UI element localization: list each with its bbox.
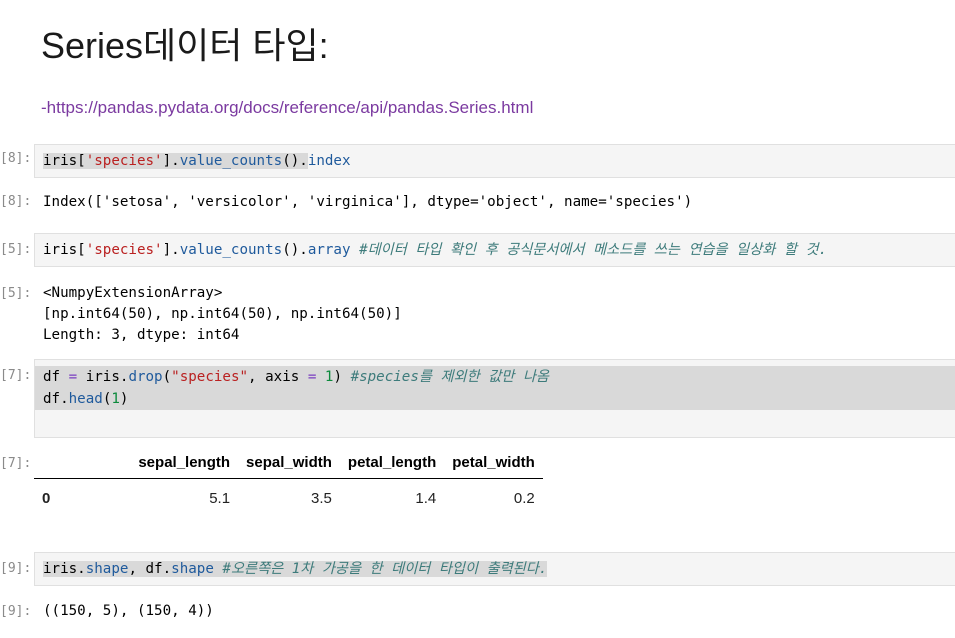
column-header: sepal_width	[238, 447, 340, 479]
table-row: 0 5.1 3.5 1.4 0.2	[34, 479, 543, 519]
cell-4-output-prompt: [9]:	[0, 604, 30, 619]
pandas-series-doc-link[interactable]: -https://pandas.pydata.org/docs/referenc…	[41, 96, 533, 120]
cell-4-input-prompt: [9]:	[0, 561, 30, 576]
cell-2-output: <NumpyExtensionArray> [np.int64(50), np.…	[43, 285, 402, 343]
cell-2-output-prompt: [5]:	[0, 286, 30, 301]
table-cell: 3.5	[311, 490, 332, 507]
cell-1-input-prompt: [8]:	[0, 151, 30, 166]
row-index: 0	[42, 490, 51, 507]
index-header	[34, 447, 131, 479]
cell-1-output-prompt: [8]:	[0, 194, 30, 209]
cell-2-code-input[interactable]: iris['species'].value_counts().array #데이…	[34, 233, 955, 267]
notebook-page: Series데이터 타입: -https://pandas.pydata.org…	[0, 0, 955, 638]
cell-3-code-input[interactable]: df = iris.drop("species", axis = 1) #spe…	[34, 359, 955, 438]
cell-1-output: Index(['setosa', 'versicolor', 'virginic…	[43, 194, 693, 210]
cell-2-code-line: iris['species'].value_counts().array #데이…	[43, 242, 828, 258]
column-header: sepal_length	[130, 447, 239, 479]
cell-3-code-line-2: df.head(1)	[35, 388, 955, 410]
cell-4-output: ((150, 5), (150, 4))	[43, 603, 214, 619]
cell-2-input-prompt: [5]:	[0, 242, 30, 257]
cell-4-code-line: iris.shape, df.shape #오른쪽은 1차 가공을 한 데이터 …	[43, 561, 548, 577]
cell-3-input-prompt: [7]:	[0, 368, 30, 383]
cell-3-code-line-1: df = iris.drop("species", axis = 1) #spe…	[35, 366, 955, 388]
cell-1-code-line: iris['species'].value_counts().index	[43, 153, 351, 169]
table-header-row: sepal_length sepal_width petal_length pe…	[34, 447, 543, 479]
markdown-heading: Series데이터 타입:	[41, 25, 329, 66]
column-header: petal_width	[444, 447, 543, 479]
dataframe-output-table: sepal_length sepal_width petal_length pe…	[34, 447, 543, 518]
table-cell: 5.1	[209, 490, 231, 507]
cell-1-code-input[interactable]: iris['species'].value_counts().index	[34, 144, 955, 178]
table-cell: 1.4	[415, 490, 437, 507]
cell-3-output-prompt: [7]:	[0, 456, 30, 471]
cell-4-code-input[interactable]: iris.shape, df.shape #오른쪽은 1차 가공을 한 데이터 …	[34, 552, 955, 586]
column-header: petal_length	[339, 447, 445, 479]
table-cell: 0.2	[513, 490, 535, 507]
